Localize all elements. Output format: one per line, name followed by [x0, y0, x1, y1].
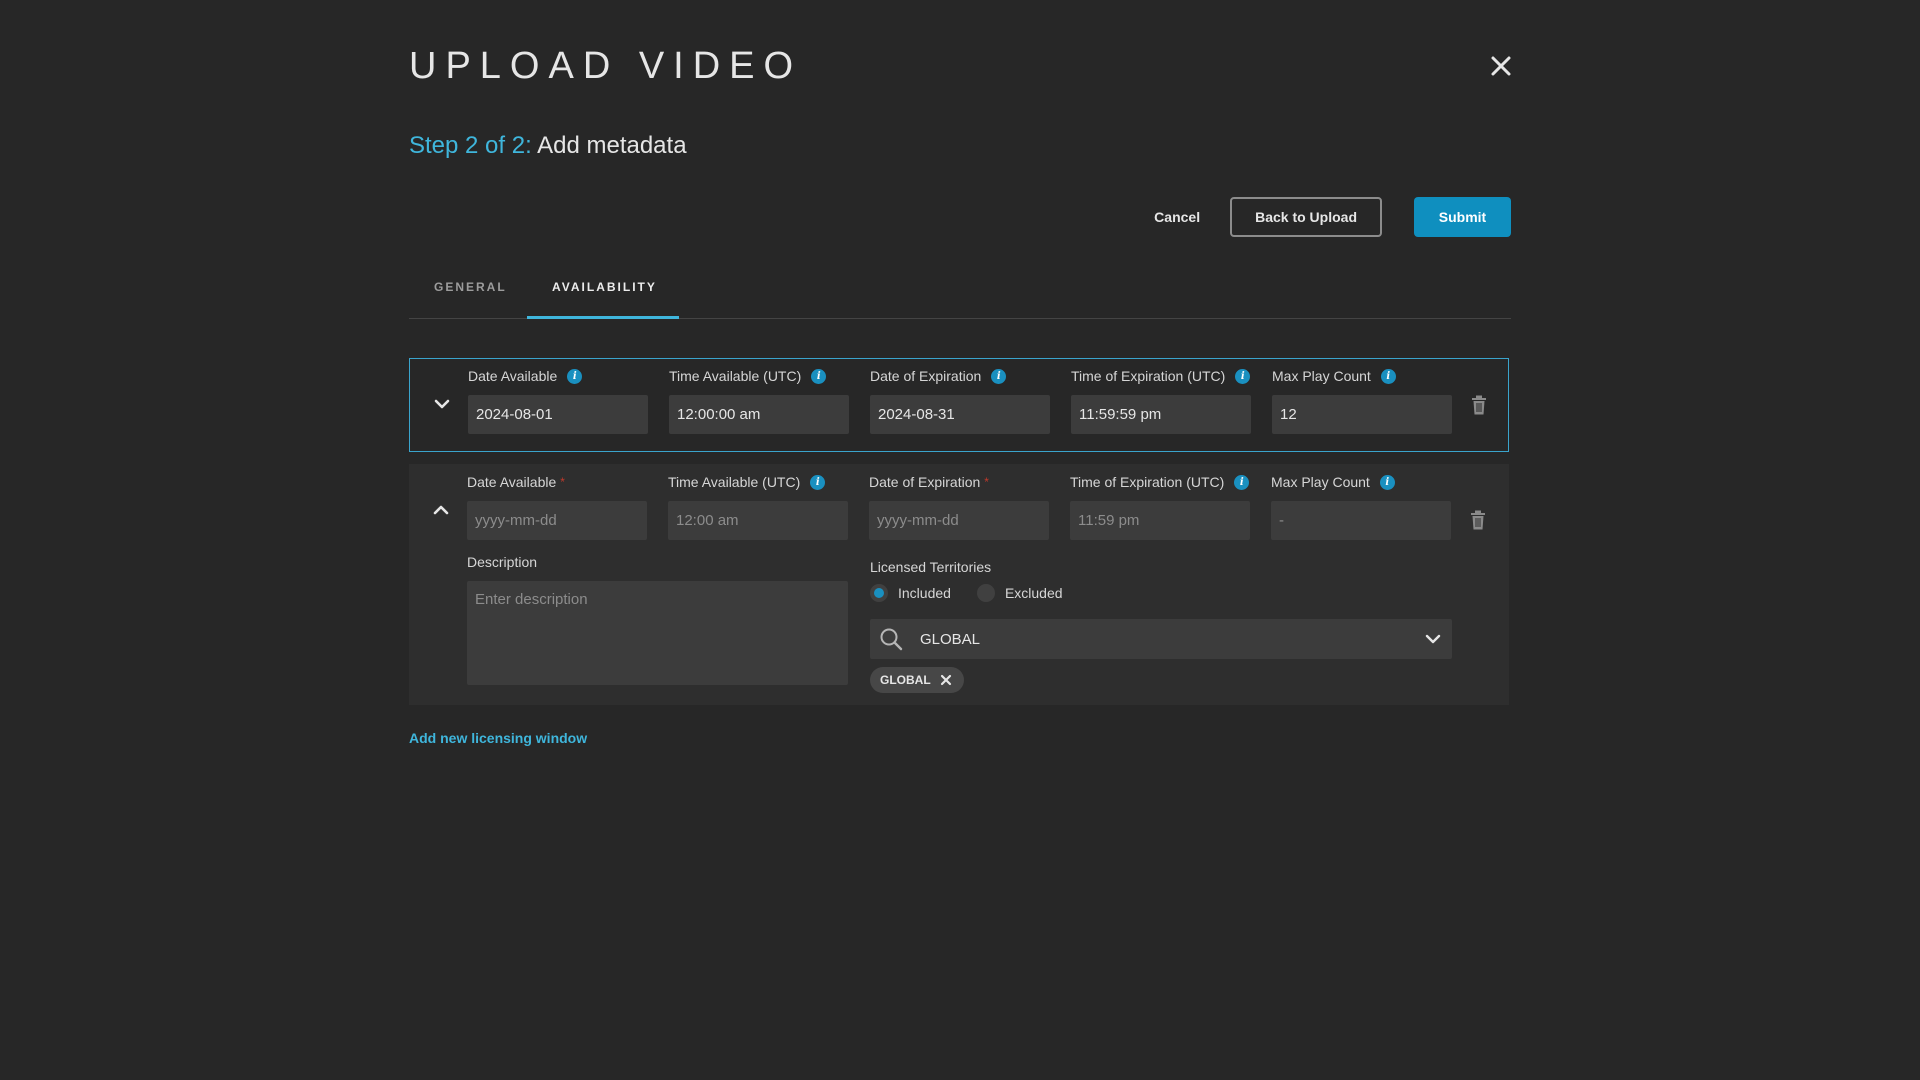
field-label: Date Available i [468, 367, 648, 385]
submit-button[interactable]: Submit [1414, 197, 1511, 237]
field-label: Max Play Count i [1271, 473, 1451, 491]
step-indicator: Step 2 of 2: Add metadata [409, 132, 687, 160]
active-tab-indicator [527, 316, 679, 319]
field-label: Max Play Count i [1272, 367, 1452, 385]
field-label: Date Available * [467, 474, 565, 490]
field-label: Time Available (UTC) i [668, 473, 848, 491]
time-expiration-field: Time of Expiration (UTC) i [1070, 473, 1250, 540]
date-available-input[interactable] [467, 501, 647, 540]
info-icon[interactable]: i [1235, 368, 1251, 384]
info-icon[interactable]: i [1379, 474, 1395, 490]
trash-icon[interactable] [1471, 395, 1487, 415]
time-available-input[interactable] [668, 501, 848, 540]
step-title: Add metadata [537, 132, 687, 159]
chip-label: GLOBAL [880, 673, 931, 687]
info-icon[interactable]: i [810, 474, 826, 490]
add-licensing-window-link[interactable]: Add new licensing window [409, 730, 587, 746]
tab-general[interactable]: GENERAL [434, 280, 507, 294]
radio-button[interactable] [870, 584, 888, 602]
back-to-upload-button[interactable]: Back to Upload [1230, 197, 1382, 237]
tab-availability[interactable]: AVAILABILITY [552, 280, 657, 294]
date-available-input[interactable] [468, 395, 648, 434]
time-expiration-input[interactable] [1071, 395, 1251, 434]
territory-search-select[interactable]: GLOBAL [870, 619, 1452, 659]
territory-search-value[interactable]: GLOBAL [920, 631, 1424, 648]
licensing-window: Date Available i Time Available (UTC) i … [409, 358, 1509, 452]
field-label: Time of Expiration (UTC) i [1070, 473, 1250, 491]
date-expiration-input[interactable] [870, 395, 1050, 434]
date-expiration-field: Date of Expiration i [870, 367, 1050, 434]
description-textarea[interactable] [467, 581, 848, 685]
date-expiration-input[interactable] [869, 501, 1049, 540]
max-play-count-input[interactable] [1272, 395, 1452, 434]
max-play-count-field: Max Play Count i [1271, 473, 1451, 540]
field-label: Date of Expiration i [870, 367, 1050, 385]
date-expiration-field: Date of Expiration * [869, 473, 1049, 540]
chevron-up-icon[interactable] [431, 500, 451, 520]
cancel-button[interactable]: Cancel [1132, 197, 1222, 237]
step-number: Step 2 of 2: [409, 132, 532, 159]
info-icon[interactable]: i [811, 368, 827, 384]
action-bar: Cancel Back to Upload Submit [1132, 197, 1511, 237]
required-marker: * [984, 475, 989, 489]
radio-included[interactable]: Included [870, 584, 951, 602]
radio-button[interactable] [976, 584, 995, 602]
description-label: Description [467, 554, 538, 570]
field-label: Time of Expiration (UTC) i [1071, 367, 1251, 385]
close-icon[interactable] [1487, 52, 1515, 80]
required-marker: * [560, 475, 565, 489]
date-available-field: Date Available i [468, 367, 648, 434]
field-label: Time Available (UTC) i [669, 367, 849, 385]
search-icon [878, 626, 904, 652]
time-available-field: Time Available (UTC) i [668, 473, 848, 540]
time-expiration-input[interactable] [1070, 501, 1250, 540]
info-icon[interactable]: i [567, 368, 583, 384]
trash-icon[interactable] [1470, 510, 1486, 530]
chevron-down-icon[interactable] [432, 394, 452, 414]
info-icon[interactable]: i [1234, 474, 1250, 490]
max-play-count-field: Max Play Count i [1272, 367, 1452, 434]
max-play-count-input[interactable] [1271, 501, 1451, 540]
licensed-territories-label: Licensed Territories [870, 559, 992, 575]
field-label: Date of Expiration * [869, 474, 989, 490]
time-expiration-field: Time of Expiration (UTC) i [1071, 367, 1251, 434]
tab-bar: GENERAL AVAILABILITY [409, 272, 1511, 319]
licensing-window: Date Available * Time Available (UTC) i … [409, 464, 1509, 705]
radio-excluded[interactable]: Excluded [976, 584, 1063, 602]
time-available-field: Time Available (UTC) i [669, 367, 849, 434]
date-available-field: Date Available * [467, 473, 647, 540]
info-icon[interactable]: i [991, 368, 1007, 384]
modal-title: UPLOAD VIDEO [409, 45, 803, 87]
time-available-input[interactable] [669, 395, 849, 434]
territory-mode-radio-group: Included Excluded [870, 584, 1089, 602]
chevron-down-icon[interactable] [1424, 630, 1442, 648]
close-icon[interactable] [940, 674, 952, 686]
info-icon[interactable]: i [1380, 368, 1396, 384]
territory-chip: GLOBAL [870, 667, 964, 693]
